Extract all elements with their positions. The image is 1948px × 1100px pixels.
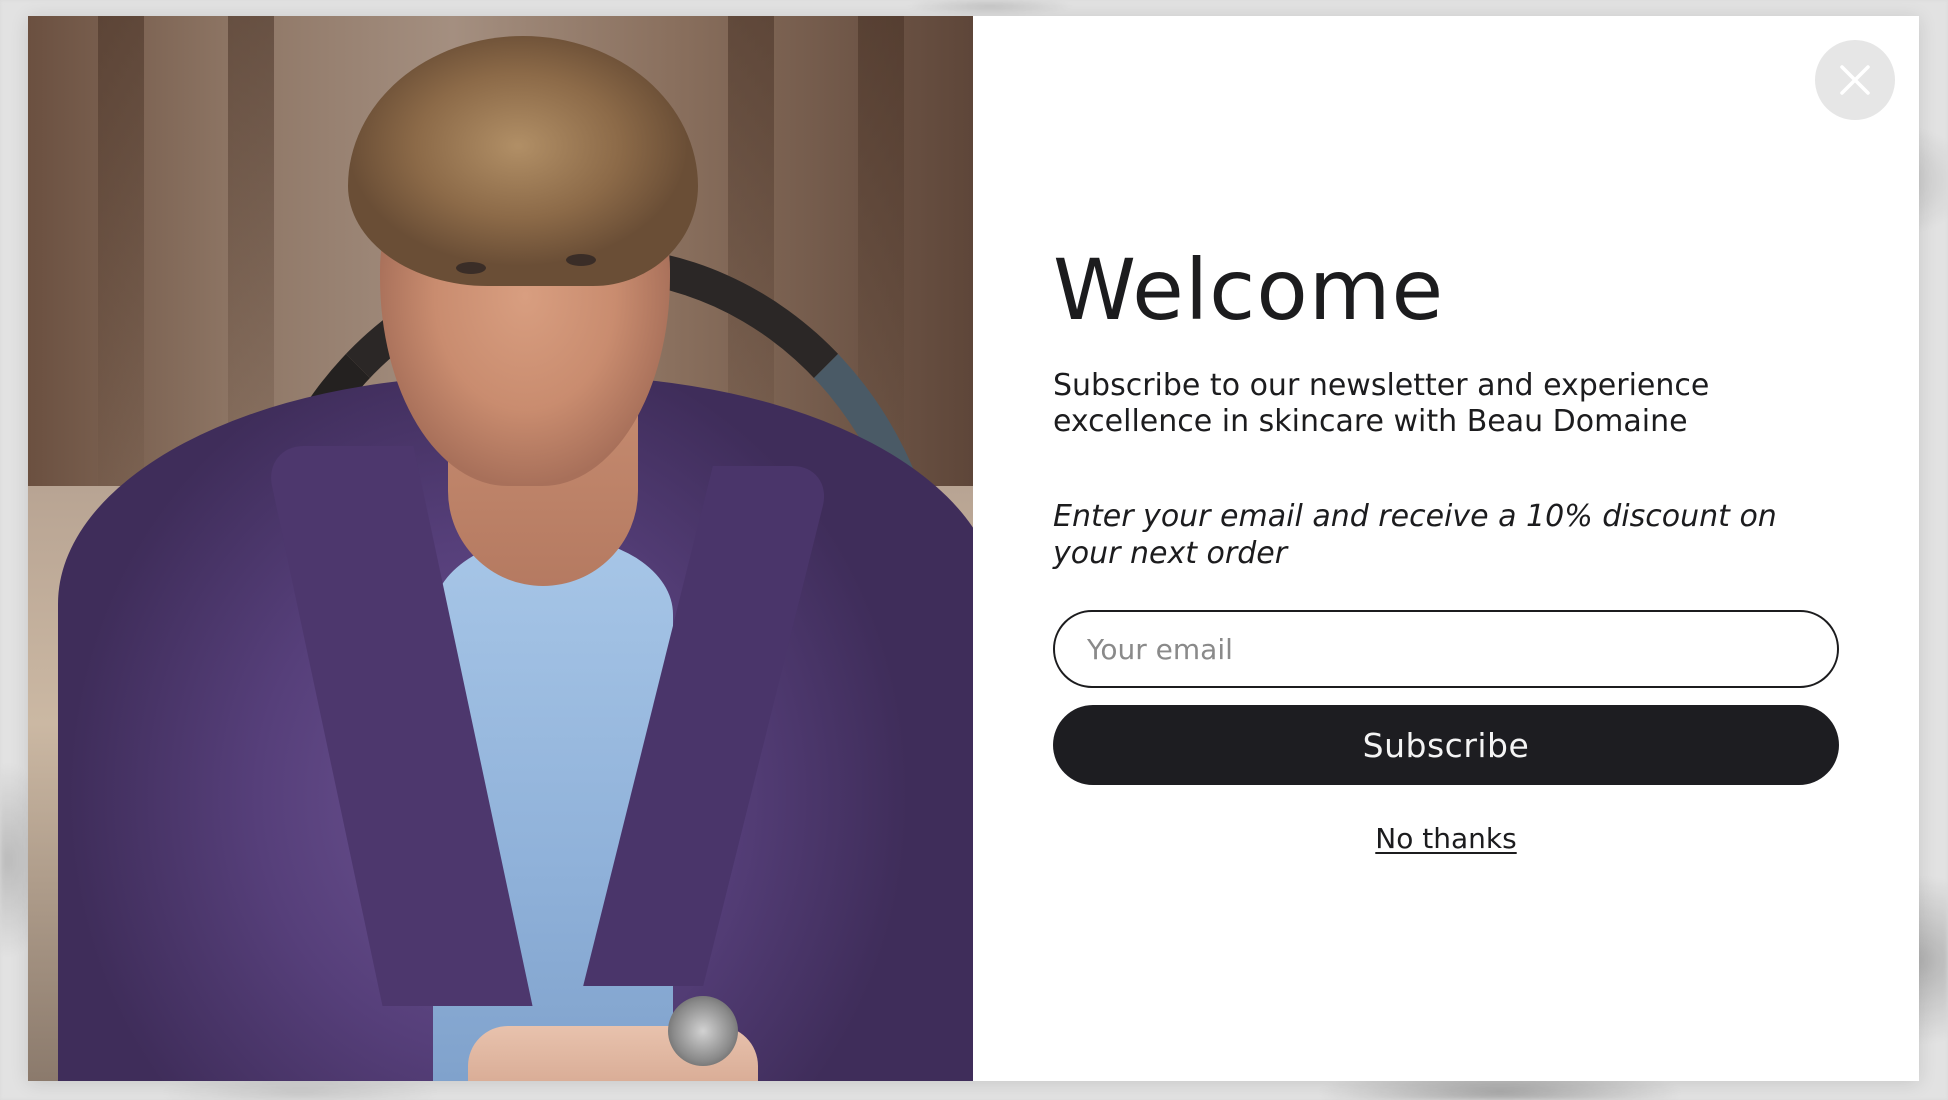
popup-content: Welcome Subscribe to our newsletter and … (973, 16, 1919, 1081)
popup-subtitle: Subscribe to our newsletter and experien… (1053, 368, 1710, 439)
popup-title: Welcome (1053, 241, 1445, 339)
photo-watch (668, 996, 738, 1066)
close-icon (1838, 63, 1872, 97)
subscribe-button[interactable]: Subscribe (1053, 705, 1839, 785)
photo-wall-plank (98, 16, 144, 486)
email-input[interactable] (1053, 610, 1839, 688)
newsletter-popup: Welcome Subscribe to our newsletter and … (28, 16, 1919, 1081)
promo-photo (28, 16, 973, 1081)
no-thanks-link[interactable]: No thanks (1053, 822, 1839, 855)
photo-eye-right (566, 254, 596, 266)
photo-eye-left (456, 262, 486, 274)
photo-hair (348, 36, 698, 286)
close-button[interactable] (1815, 40, 1895, 120)
discount-offer-text: Enter your email and receive a 10% disco… (1053, 499, 1777, 571)
